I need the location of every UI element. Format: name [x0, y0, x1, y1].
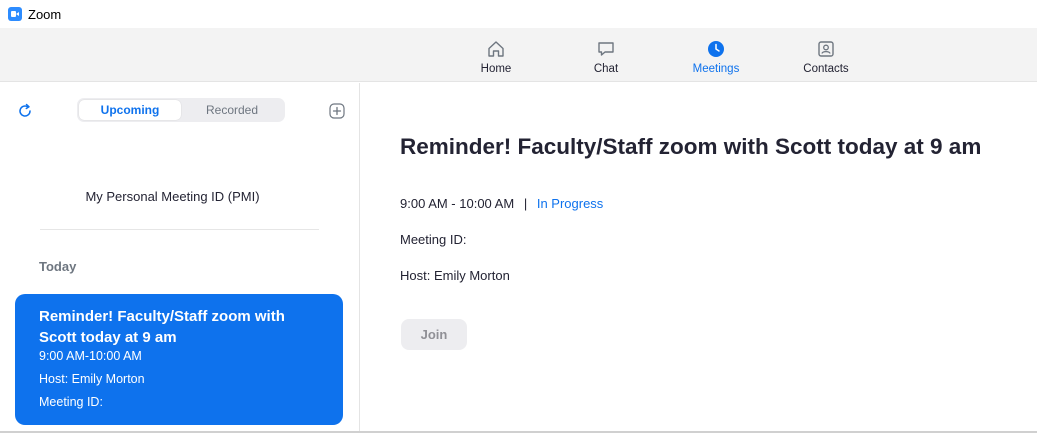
- meeting-item-id: Meeting ID:: [39, 395, 103, 409]
- meeting-item-title: Reminder! Faculty/Staff zoom with Scott …: [39, 308, 285, 346]
- clock-icon: [708, 41, 724, 57]
- home-icon: [488, 41, 504, 57]
- join-button[interactable]: Join: [401, 319, 467, 350]
- separator: |: [523, 196, 528, 211]
- title-bar: Zoom: [0, 0, 1037, 28]
- nav-tab-home[interactable]: Home: [456, 28, 536, 82]
- meeting-host: Host: Emily Morton: [400, 268, 510, 283]
- meeting-time: 9:00 AM - 10:00 AM: [400, 196, 515, 211]
- nav-tab-chat[interactable]: Chat: [566, 28, 646, 82]
- meetings-list-panel: Upcoming Recorded My Personal Meeting ID…: [0, 83, 360, 433]
- window-title: Zoom: [28, 6, 62, 22]
- nav-tab-label: Meetings: [692, 63, 740, 75]
- meeting-detail-panel: Reminder! Faculty/Staff zoom with Scott …: [361, 83, 1037, 433]
- section-header-today: Today: [39, 259, 77, 274]
- tab-upcoming[interactable]: Upcoming: [79, 100, 181, 120]
- meeting-title: Reminder! Faculty/Staff zoom with Scott …: [400, 134, 982, 159]
- nav-tab-label: Contacts: [803, 63, 849, 75]
- nav-tab-contacts[interactable]: Contacts: [786, 28, 866, 82]
- nav-tab-label: Home: [480, 63, 512, 75]
- zoom-logo-icon: [8, 7, 22, 21]
- meetings-tab-switch: Upcoming Recorded: [77, 98, 285, 122]
- tab-recorded[interactable]: Recorded: [181, 100, 283, 120]
- contact-icon: [818, 41, 834, 57]
- nav-tab-label: Chat: [593, 63, 619, 75]
- meeting-item-time: 9:00 AM-10:00 AM: [39, 349, 142, 363]
- meeting-list-item[interactable]: Reminder! Faculty/Staff zoom with Scott …: [15, 294, 343, 425]
- personal-meeting-id-item[interactable]: My Personal Meeting ID (PMI): [20, 189, 325, 204]
- refresh-icon[interactable]: [17, 103, 33, 119]
- nav-tab-meetings[interactable]: Meetings: [676, 28, 756, 82]
- top-navigation: Home Chat Meetings Contacts: [0, 28, 1037, 82]
- meeting-time-row: 9:00 AM - 10:00 AM | In Progress: [400, 196, 603, 211]
- chat-icon: [598, 42, 614, 56]
- meeting-item-host: Host: Emily Morton: [39, 372, 145, 386]
- add-meeting-icon[interactable]: [329, 103, 345, 119]
- meeting-id: Meeting ID:: [400, 232, 467, 247]
- divider: [40, 229, 319, 230]
- meeting-status: In Progress: [536, 196, 604, 211]
